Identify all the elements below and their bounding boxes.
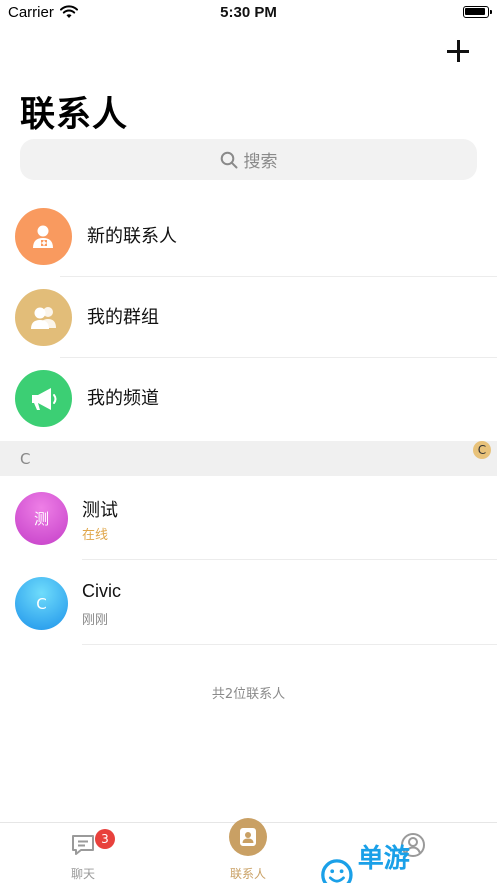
contact-status: 刚刚: [82, 613, 109, 628]
watermark-text: 单游网.com: [357, 844, 454, 883]
add-contact-button[interactable]: [447, 40, 469, 62]
tab-chat[interactable]: 3 聊天: [23, 823, 143, 883]
divider: [82, 644, 497, 645]
contact-name: Civic: [82, 581, 121, 601]
my-channels-row[interactable]: 我的频道: [0, 358, 497, 439]
add-user-icon: [15, 208, 72, 265]
page-title: 联系人: [20, 95, 129, 135]
tab-label: 聊天: [70, 867, 95, 881]
index-letter-badge[interactable]: C: [473, 441, 491, 459]
avatar: C: [15, 577, 68, 630]
search-input[interactable]: 搜索: [20, 139, 477, 180]
chat-icon: [72, 835, 94, 855]
contacts-icon: [229, 818, 267, 856]
status-time: 5:30 PM: [220, 4, 277, 21]
smile-logo-icon: [321, 859, 353, 883]
battery-icon: [463, 6, 492, 18]
unread-badge: 3: [95, 829, 115, 849]
contact-row[interactable]: C Civic 刚刚: [0, 561, 497, 645]
watermark: 单游网.com: [320, 838, 497, 883]
contacts-total: 共2位联系人: [211, 687, 286, 702]
contact-row[interactable]: 测 测试 在线: [0, 476, 497, 560]
section-header: C: [0, 441, 497, 476]
new-contacts-row[interactable]: 新的联系人: [0, 196, 497, 277]
divider: [82, 559, 497, 560]
contact-status: 在线: [82, 528, 109, 543]
tab-label: 联系人: [229, 867, 266, 881]
feature-label: 我的群组: [87, 307, 159, 328]
search-icon: [220, 151, 237, 168]
my-groups-row[interactable]: 我的群组: [0, 277, 497, 358]
megaphone-icon: [15, 370, 72, 427]
group-icon: [15, 289, 72, 346]
search-placeholder: 搜索: [243, 152, 278, 172]
feature-label: 新的联系人: [87, 226, 177, 247]
tab-contacts[interactable]: 联系人: [188, 818, 308, 883]
section-letter: C: [20, 450, 31, 468]
feature-label: 我的频道: [87, 388, 159, 409]
status-bar: Carrier 5:30 PM: [0, 0, 497, 26]
contact-name: 测试: [82, 500, 118, 520]
avatar: 测: [15, 492, 68, 545]
